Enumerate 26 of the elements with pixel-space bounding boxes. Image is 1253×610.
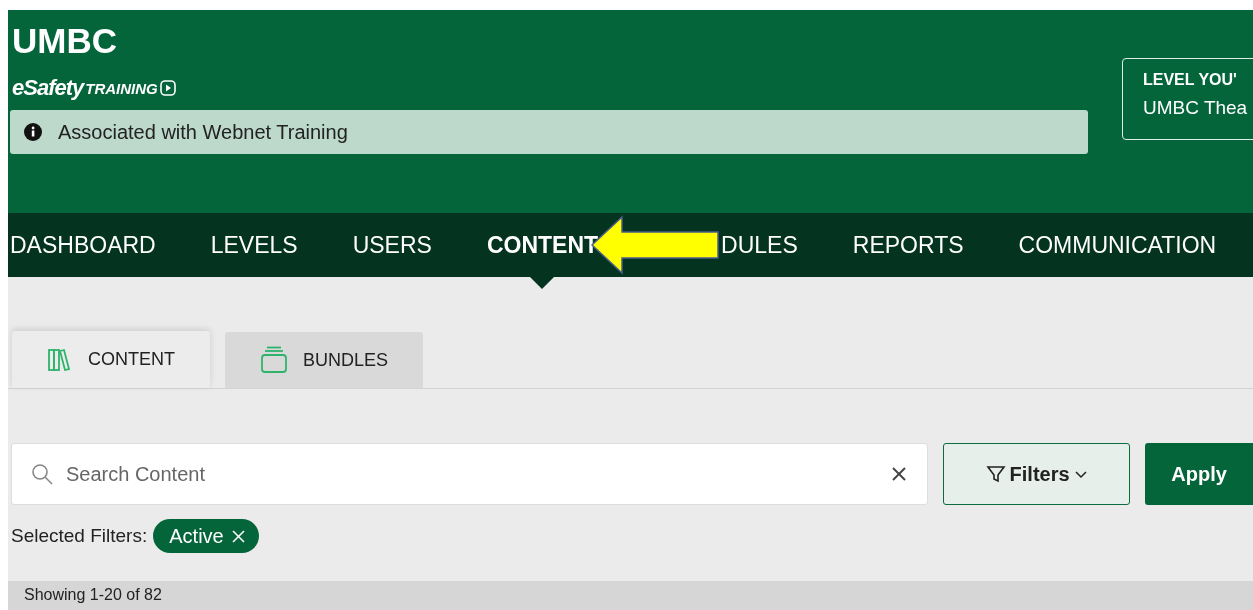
filters-label: Selected Filters: bbox=[11, 525, 148, 547]
chevron-icon bbox=[1073, 469, 1088, 479]
level-heading: LEVEL YOU' bbox=[1143, 71, 1238, 89]
site-title: UMBC bbox=[12, 20, 118, 62]
search-icon bbox=[31, 463, 53, 485]
search-field[interactable]: Search Content bbox=[11, 443, 928, 505]
nav-link[interactable]: DULES bbox=[721, 213, 798, 277]
nav-link[interactable]: DASHBOARD bbox=[10, 213, 156, 277]
tab[interactable]: BUNDLES bbox=[225, 332, 423, 388]
info-text: Associated with Webnet Training bbox=[58, 120, 348, 144]
nav-link[interactable]: CONTENT bbox=[486, 213, 599, 277]
nav-link[interactable]: LEVELS bbox=[210, 213, 298, 277]
level-name: UMBC Thea bbox=[1143, 97, 1249, 119]
brand-logo: eSafetyTRAINING bbox=[12, 74, 176, 102]
results-count: Showing 1-20 of 82 bbox=[24, 586, 162, 603]
stack-icon bbox=[259, 345, 289, 375]
filter-chip[interactable]: Active bbox=[153, 519, 259, 553]
filters-button[interactable]: Filters bbox=[943, 443, 1131, 505]
info-icon bbox=[24, 123, 42, 141]
nav-link[interactable]: COMMUNICATION bbox=[1018, 213, 1217, 277]
apply-button[interactable]: Apply bbox=[1145, 443, 1253, 505]
close-icon[interactable] bbox=[892, 467, 906, 481]
nav-link[interactable]: USERS bbox=[352, 213, 432, 277]
filter-icon bbox=[985, 464, 1006, 484]
nav-link[interactable]: REPORTS bbox=[852, 213, 964, 277]
tab[interactable]: CONTENT bbox=[12, 331, 210, 388]
